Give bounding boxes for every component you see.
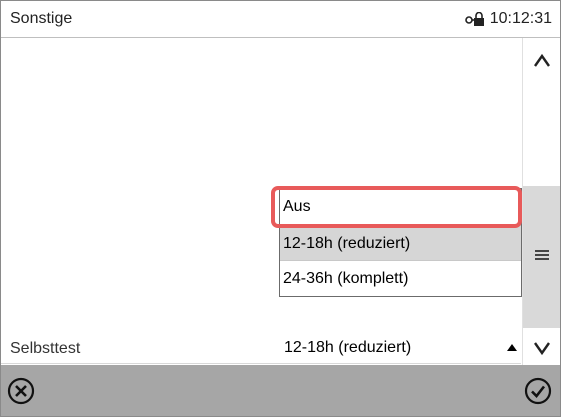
selbsttest-select[interactable]: 12-18h (reduziert) <box>279 338 522 364</box>
confirm-check-icon[interactable] <box>524 377 552 405</box>
status-area: 10:12:31 <box>464 10 552 28</box>
scrollbar[interactable] <box>522 38 560 365</box>
app-window: Sonstige 10:12:31 Selbsttest 12-18h (red… <box>0 0 561 417</box>
header-bar: Sonstige 10:12:31 <box>1 1 560 38</box>
scroll-thumb[interactable] <box>523 186 560 328</box>
selbsttest-dropdown-list: Aus 12-18h (reduziert) 24-36h (komplett) <box>279 188 522 297</box>
option-12-18h[interactable]: 12-18h (reduziert) <box>280 225 521 261</box>
chevron-up-icon[interactable] <box>532 51 552 71</box>
clock-time: 10:12:31 <box>489 10 552 27</box>
option-aus[interactable]: Aus <box>280 189 521 225</box>
selbsttest-label: Selbsttest <box>10 340 81 357</box>
footer-bar <box>1 365 560 416</box>
cancel-circle-icon[interactable] <box>7 377 35 405</box>
dropdown-arrow-icon[interactable] <box>507 344 517 351</box>
menu-lines-icon <box>535 250 549 260</box>
page-title: Sonstige <box>10 10 73 27</box>
select-current-value: 12-18h (reduziert) <box>284 339 412 356</box>
option-24-36h[interactable]: 24-36h (komplett) <box>280 261 521 297</box>
lock-key-icon <box>464 12 484 26</box>
chevron-down-icon[interactable] <box>532 338 552 358</box>
